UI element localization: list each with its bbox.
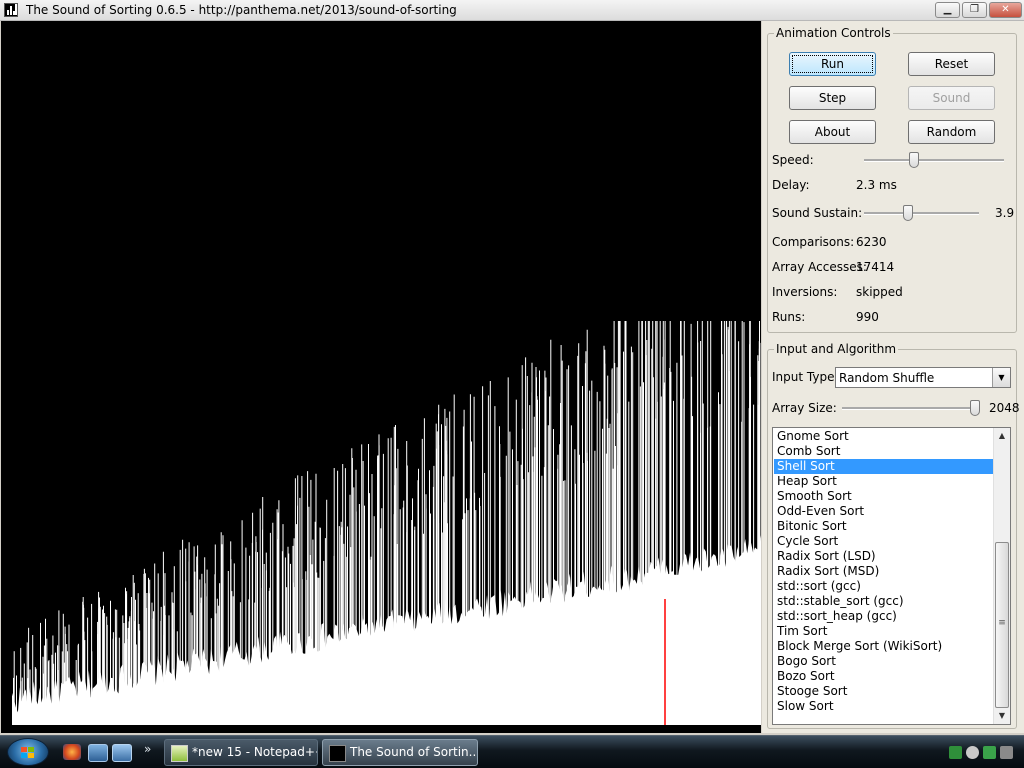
switch-windows-icon[interactable] — [112, 744, 132, 762]
speed-label: Speed: — [772, 153, 814, 167]
algorithm-list-item[interactable]: Heap Sort — [774, 474, 993, 489]
array-size-slider[interactable] — [842, 398, 981, 418]
scrollbar-thumb[interactable]: ≡ — [995, 542, 1009, 708]
run-button[interactable]: Run — [789, 52, 876, 76]
safely-remove-icon[interactable] — [983, 746, 996, 759]
algorithm-list-item[interactable]: Slow Sort — [774, 699, 993, 714]
sound-sustain-slider-thumb[interactable] — [902, 205, 913, 221]
taskbar-item-sound-of-sorting[interactable]: The Sound of Sortin... — [322, 739, 478, 766]
firefox-icon[interactable] — [63, 744, 81, 760]
input-algorithm-legend: Input and Algorithm — [774, 342, 899, 356]
algorithm-list-item[interactable]: Gnome Sort — [774, 429, 993, 444]
array-accesses-value: 17414 — [856, 260, 895, 274]
algorithm-list-item[interactable]: Odd-Even Sort — [774, 504, 993, 519]
quick-launch-overflow-icon[interactable]: » — [144, 742, 151, 756]
windows-start-icon[interactable] — [7, 738, 49, 766]
algorithm-list-item[interactable]: std::sort (gcc) — [774, 579, 993, 594]
input-type-value: Random Shuffle — [839, 371, 935, 385]
step-button[interactable]: Step — [789, 86, 876, 110]
array-size-value: 2048 — [989, 401, 1020, 415]
algorithm-list-item[interactable]: Bogo Sort — [774, 654, 993, 669]
array-size-slider-thumb[interactable] — [970, 400, 981, 416]
algorithm-list[interactable]: Gnome Sort Comb Sort Shell Sort Heap Sort Sm… — [772, 427, 1011, 725]
input-algorithm-group: Input and Algorithm Input Type: Random S… — [767, 342, 1020, 729]
animation-controls-legend: Animation Controls — [774, 26, 893, 40]
scroll-up-icon[interactable]: ▲ — [994, 428, 1010, 444]
array-accesses-label: Array Accesses: — [772, 260, 867, 274]
window-title: The Sound of Sorting 0.6.5 - http://pant… — [26, 3, 457, 17]
algorithm-list-item[interactable]: Bitonic Sort — [774, 519, 993, 534]
algorithm-list-item[interactable]: Radix Sort (MSD) — [774, 564, 993, 579]
close-icon[interactable]: ✕ — [989, 2, 1022, 18]
random-button[interactable]: Random — [908, 120, 995, 144]
comparisons-value: 6230 — [856, 235, 887, 249]
taskbar-item-label: The Sound of Sortin... — [350, 745, 478, 759]
minimize-icon[interactable]: ▁ — [935, 2, 960, 18]
taskbar: » *new 15 - Notepad++ The Sound of Sorti… — [0, 735, 1024, 768]
volume-icon[interactable] — [966, 746, 979, 759]
runs-value: 990 — [856, 310, 879, 324]
array-bars — [1, 21, 761, 733]
sound-sustain-slider[interactable] — [864, 203, 979, 223]
algorithm-list-item[interactable]: Stooge Sort — [774, 684, 993, 699]
animation-controls-group: Animation Controls Run Reset Step Sound … — [767, 26, 1017, 333]
inversions-value: skipped — [856, 285, 903, 299]
sound-sustain-label: Sound Sustain: — [772, 206, 863, 220]
delay-label: Delay: — [772, 178, 810, 192]
sorting-visualization — [1, 21, 761, 733]
scroll-down-icon[interactable]: ▼ — [994, 708, 1010, 724]
algorithm-list-item[interactable]: Bozo Sort — [774, 669, 993, 684]
about-button[interactable]: About — [789, 120, 876, 144]
speed-slider[interactable] — [864, 150, 1004, 170]
speed-slider-thumb[interactable] — [909, 152, 920, 168]
app-icon — [4, 3, 18, 17]
algorithm-list-item[interactable]: Shell Sort — [774, 459, 993, 474]
comparisons-label: Comparisons: — [772, 235, 855, 249]
taskbar-item-notepad[interactable]: *new 15 - Notepad++ — [164, 739, 318, 766]
network-icon[interactable] — [949, 746, 962, 759]
chevron-down-icon[interactable]: ▼ — [992, 368, 1010, 387]
algorithm-list-item[interactable]: Radix Sort (LSD) — [774, 549, 993, 564]
algorithm-list-scrollbar[interactable]: ▲ ≡ ▼ — [993, 428, 1010, 724]
reset-button[interactable]: Reset — [908, 52, 995, 76]
sound-sustain-value: 3.9 — [995, 206, 1015, 220]
input-type-label: Input Type: — [772, 370, 839, 384]
algorithm-list-item[interactable]: Comb Sort — [774, 444, 993, 459]
runs-label: Runs: — [772, 310, 806, 324]
control-panel: Animation Controls Run Reset Step Sound … — [762, 21, 1024, 733]
sound-button[interactable]: Sound — [908, 86, 995, 110]
algorithm-list-item[interactable]: Block Merge Sort (WikiSort) — [774, 639, 993, 654]
algorithm-list-item[interactable]: std::sort_heap (gcc) — [774, 609, 993, 624]
algorithm-list-item[interactable]: Tim Sort — [774, 624, 993, 639]
restore-icon[interactable]: ❐ — [962, 2, 987, 18]
algorithm-list-item[interactable]: std::stable_sort (gcc) — [774, 594, 993, 609]
action-center-icon[interactable] — [1000, 746, 1013, 759]
algorithm-list-item[interactable]: Smooth Sort — [774, 489, 993, 504]
delay-value: 2.3 ms — [856, 178, 897, 192]
title-bar: The Sound of Sorting 0.6.5 - http://pant… — [0, 0, 1024, 21]
input-type-select[interactable]: Random Shuffle ▼ — [835, 367, 1011, 388]
taskbar-item-label: *new 15 - Notepad++ — [192, 745, 318, 759]
sound-of-sorting-icon — [329, 745, 346, 762]
show-desktop-icon[interactable] — [88, 744, 108, 762]
notepad-plus-plus-icon — [171, 745, 188, 762]
inversions-label: Inversions: — [772, 285, 838, 299]
array-size-label: Array Size: — [772, 401, 837, 415]
algorithm-list-item[interactable]: Cycle Sort — [774, 534, 993, 549]
